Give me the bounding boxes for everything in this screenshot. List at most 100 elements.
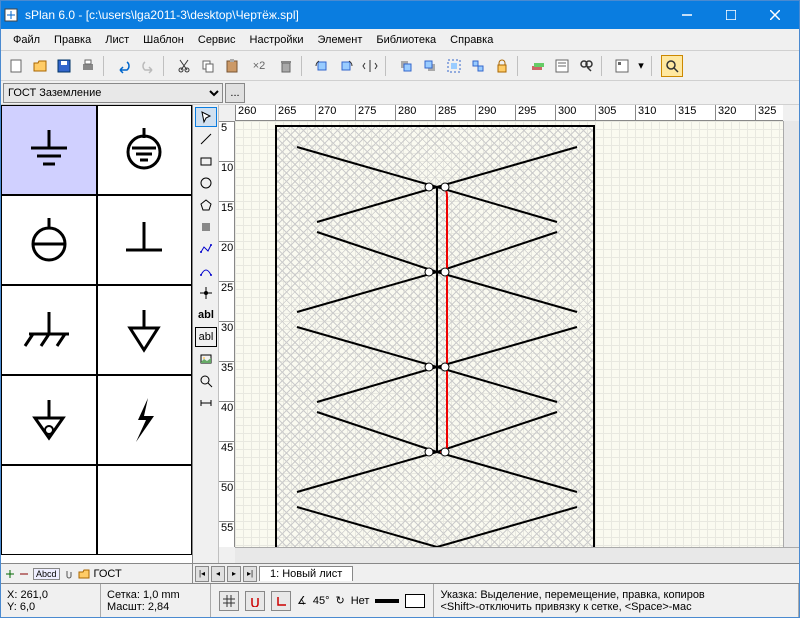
minimize-button[interactable] — [665, 2, 709, 28]
symbol-arrow-ground[interactable] — [1, 375, 97, 465]
sheet-tab[interactable]: 1: Новый лист — [259, 566, 353, 581]
rotate-left-button[interactable] — [311, 55, 333, 77]
library-name: ГОСТ — [94, 568, 122, 580]
status-scale: Масшт: 2,84 — [107, 601, 204, 613]
lock-button[interactable] — [491, 55, 513, 77]
copy-button[interactable] — [197, 55, 219, 77]
back-button[interactable] — [419, 55, 441, 77]
layers-button[interactable] — [527, 55, 549, 77]
horizontal-scrollbar[interactable] — [235, 547, 799, 563]
fill-color-sample[interactable] — [405, 594, 425, 608]
status-snap: Нет — [351, 595, 370, 607]
sheet-tabs: |◂ ◂ ▸ ▸| 1: Новый лист — [193, 563, 799, 583]
symbol-ground[interactable] — [1, 105, 97, 195]
new-button[interactable] — [5, 55, 27, 77]
drawing-canvas[interactable] — [235, 121, 783, 547]
status-angle: 45° — [313, 595, 330, 607]
dropdown-button[interactable]: ▾ — [635, 55, 647, 77]
symbol-chassis[interactable] — [1, 285, 97, 375]
circle-tool[interactable] — [195, 173, 217, 193]
flip-h-button[interactable] — [359, 55, 381, 77]
status-y: Y: 6,0 — [7, 601, 94, 613]
drawing-sheet[interactable] — [275, 125, 595, 547]
ortho-toggle[interactable] — [271, 591, 291, 611]
tab-next[interactable]: ▸ — [227, 566, 241, 582]
menu-settings[interactable]: Настройки — [244, 32, 310, 48]
library-bar: ГОСТ Заземление ... — [1, 81, 799, 105]
polygon-tool[interactable] — [195, 195, 217, 215]
menu-element[interactable]: Элемент — [311, 32, 368, 48]
zoom-button[interactable] — [661, 55, 683, 77]
symbol-ground-circle[interactable] — [97, 105, 193, 195]
undo-button[interactable] — [113, 55, 135, 77]
symbol-chassis-simple[interactable] — [97, 195, 193, 285]
group-button[interactable] — [443, 55, 465, 77]
find-button[interactable] — [575, 55, 597, 77]
titlebar: sPlan 6.0 - [c:\users\lga2011-3\desktop\… — [1, 1, 799, 29]
symbol-lightning[interactable] — [97, 375, 193, 465]
ungroup-button[interactable] — [467, 55, 489, 77]
drawing-toolbar: abl abl — [193, 105, 219, 563]
lib-attach-icon[interactable] — [64, 569, 74, 579]
menu-file[interactable]: Файл — [7, 32, 46, 48]
menu-service[interactable]: Сервис — [192, 32, 242, 48]
abcd-badge: Abcd — [33, 568, 60, 580]
maximize-button[interactable] — [709, 2, 753, 28]
library-select[interactable]: ГОСТ Заземление — [3, 83, 223, 103]
snap-toggle[interactable] — [245, 591, 265, 611]
rotate-right-button[interactable] — [335, 55, 357, 77]
image-tool[interactable] — [195, 349, 217, 369]
duplicate-button[interactable]: ×2 — [245, 55, 273, 77]
horizontal-ruler: 2602652702752802852902953003053103153203… — [235, 105, 783, 121]
symbol-grid — [1, 105, 192, 563]
text-tool[interactable]: abl — [195, 305, 217, 325]
symbol-earth-circle[interactable] — [1, 195, 97, 285]
front-button[interactable] — [395, 55, 417, 77]
menu-library[interactable]: Библиотека — [370, 32, 442, 48]
tab-first[interactable]: |◂ — [195, 566, 209, 582]
symbol-signal-ground[interactable] — [97, 285, 193, 375]
line-tool[interactable] — [195, 129, 217, 149]
lib-add-icon[interactable] — [5, 569, 15, 579]
line-width-sample[interactable] — [375, 599, 399, 603]
print-button[interactable] — [77, 55, 99, 77]
app-icon — [3, 7, 19, 23]
magnify-tool[interactable] — [195, 371, 217, 391]
library-panel: Abcd ГОСТ — [1, 105, 193, 583]
menu-help[interactable]: Справка — [444, 32, 499, 48]
vertical-scrollbar[interactable] — [783, 121, 799, 547]
menu-template[interactable]: Шаблон — [137, 32, 190, 48]
grid-toggle[interactable] — [219, 591, 239, 611]
menu-sheet[interactable]: Лист — [99, 32, 135, 48]
freeform-tool[interactable] — [195, 217, 217, 237]
canvas-area: 2602652702752802852902953003053103153203… — [219, 105, 799, 563]
statusbar: X: 261,0 Y: 6,0 Сетка: 1,0 mm Масшт: 2,8… — [1, 583, 799, 617]
menu-edit[interactable]: Правка — [48, 32, 97, 48]
rect-tool[interactable] — [195, 151, 217, 171]
tab-last[interactable]: ▸| — [243, 566, 257, 582]
redo-button[interactable] — [137, 55, 159, 77]
library-browse-button[interactable]: ... — [225, 83, 245, 103]
symbol-empty-2[interactable] — [97, 465, 193, 555]
settings-button[interactable] — [611, 55, 633, 77]
measure-tool[interactable] — [195, 393, 217, 413]
textbox-tool[interactable]: abl — [195, 327, 217, 347]
close-button[interactable] — [753, 2, 797, 28]
status-hint: Указка: Выделение, перемещение, правка, … — [440, 589, 792, 601]
properties-button[interactable] — [551, 55, 573, 77]
folder-icon — [78, 569, 90, 579]
cut-button[interactable] — [173, 55, 195, 77]
snap-icon: ↻ — [336, 594, 345, 607]
tab-prev[interactable]: ◂ — [211, 566, 225, 582]
save-button[interactable] — [53, 55, 75, 77]
bezier-tool[interactable] — [195, 261, 217, 281]
pointer-tool[interactable] — [195, 107, 217, 127]
symbol-empty-1[interactable] — [1, 465, 97, 555]
open-button[interactable] — [29, 55, 51, 77]
status-x: X: 261,0 — [7, 589, 94, 601]
delete-button[interactable] — [275, 55, 297, 77]
polyline-tool[interactable] — [195, 239, 217, 259]
paste-button[interactable] — [221, 55, 243, 77]
node-tool[interactable] — [195, 283, 217, 303]
lib-remove-icon[interactable] — [19, 569, 29, 579]
